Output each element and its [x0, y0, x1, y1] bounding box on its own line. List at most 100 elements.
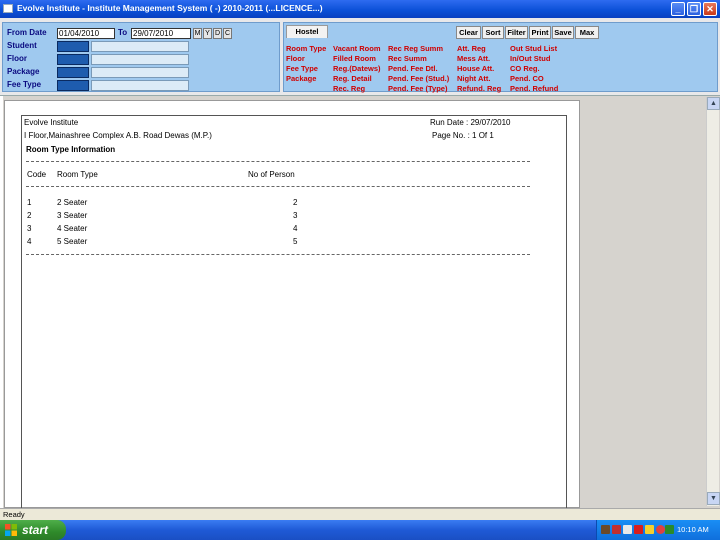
report-divider — [26, 161, 530, 162]
student-label: Student — [7, 41, 37, 50]
report-link-mess-att[interactable]: Mess Att. — [457, 54, 490, 63]
report-link-rec-summ[interactable]: Rec Summ — [388, 54, 427, 63]
hostel-panel: Hostel Clear Sort Filter Print Save Max … — [283, 22, 718, 93]
report-title: Room Type Information — [26, 145, 116, 154]
floor-label: Floor — [7, 54, 27, 63]
report-link-pend-co[interactable]: Pend. CO — [510, 74, 544, 83]
status-text: Ready — [3, 510, 25, 519]
from-date-label: From Date — [7, 28, 47, 37]
to-date-field[interactable]: 29/07/2010 — [131, 28, 191, 39]
fee-type-code-field[interactable] — [57, 80, 89, 91]
scroll-up-icon[interactable]: ▲ — [707, 97, 720, 110]
row-persons: 3 — [293, 211, 298, 220]
report-link-att-reg[interactable]: Att. Reg — [457, 44, 486, 53]
max-button[interactable]: Max — [575, 26, 599, 39]
tray-security-icon[interactable] — [656, 525, 665, 534]
report-link-reg-detail[interactable]: Reg. Detail — [333, 74, 372, 83]
fee-type-label: Fee Type — [7, 80, 42, 89]
report-link-rec-reg-summ[interactable]: Rec Reg Summ — [388, 44, 443, 53]
report-institute-name: Evolve Institute — [24, 118, 79, 127]
close-button[interactable]: ✕ — [703, 2, 717, 16]
tray-update-icon[interactable] — [665, 525, 674, 534]
from-date-field[interactable]: 01/04/2010 — [57, 28, 115, 39]
row-persons: 4 — [293, 224, 298, 233]
windows-logo-icon — [5, 524, 17, 536]
custom-button[interactable]: C — [223, 28, 232, 39]
year-button[interactable]: Y — [203, 28, 212, 39]
taskbar-clock: 10:10 AM — [677, 525, 709, 534]
report-page: Evolve Institute Run Date : 29/07/2010 I… — [4, 100, 580, 509]
tray-antivirus-icon[interactable] — [634, 525, 643, 534]
report-link-house-att[interactable]: House Att. — [457, 64, 494, 73]
report-link-in-out-stud[interactable]: In/Out Stud — [510, 54, 550, 63]
row-code: 4 — [27, 237, 32, 246]
floor-code-field[interactable] — [57, 54, 89, 65]
report-link-filled-room[interactable]: Filled Room — [333, 54, 376, 63]
package-code-field[interactable] — [57, 67, 89, 78]
report-link-co-reg[interactable]: CO Reg. — [510, 64, 540, 73]
row-room-type: 3 Seater — [57, 211, 88, 220]
taskbar: start 10:10 AM — [0, 520, 720, 540]
student-code-field[interactable] — [57, 41, 89, 52]
row-room-type: 5 Seater — [57, 237, 88, 246]
day-button[interactable]: D — [213, 28, 222, 39]
row-code: 2 — [27, 211, 32, 220]
tray-app-icon[interactable] — [601, 525, 610, 534]
row-room-type: 2 Seater — [57, 198, 88, 207]
tray-folder-icon[interactable] — [645, 525, 654, 534]
top-panel: From Date 01/04/2010 To 29/07/2010 M Y D… — [0, 18, 720, 96]
title-bar: Evolve Institute - Institute Management … — [0, 0, 720, 18]
vertical-scrollbar[interactable]: ▲ ▼ — [706, 97, 720, 506]
report-divider — [26, 186, 530, 187]
month-button[interactable]: M — [193, 28, 202, 39]
report-link-vacant-room[interactable]: Vacant Room — [333, 44, 381, 53]
report-link-rec-reg[interactable]: Rec. Reg — [333, 84, 365, 93]
floor-name-field[interactable] — [91, 54, 189, 65]
report-link-reg-datews[interactable]: Reg.(Datews) — [333, 64, 381, 73]
filter-button[interactable]: Filter — [505, 26, 528, 39]
start-label: start — [22, 523, 49, 537]
row-code: 3 — [27, 224, 32, 233]
tray-network-icon[interactable] — [612, 525, 621, 534]
tray-speaker-icon[interactable] — [623, 525, 632, 534]
row-persons: 2 — [293, 198, 298, 207]
student-name-field[interactable] — [91, 41, 189, 52]
report-link-floor[interactable]: Floor — [286, 54, 305, 63]
filter-panel: From Date 01/04/2010 To 29/07/2010 M Y D… — [2, 22, 280, 92]
fee-type-name-field[interactable] — [91, 80, 189, 91]
row-room-type: 4 Seater — [57, 224, 88, 233]
report-address: I Floor,Mainashree Complex A.B. Road Dew… — [24, 131, 212, 140]
minimize-button[interactable]: _ — [671, 2, 685, 16]
report-link-pend-fee-dtl[interactable]: Pend. Fee Dtl. — [388, 64, 438, 73]
start-button[interactable]: start — [0, 520, 66, 540]
row-code: 1 — [27, 198, 32, 207]
window-title: Evolve Institute - Institute Management … — [17, 3, 323, 13]
report-link-room-type[interactable]: Room Type — [286, 44, 326, 53]
report-link-refund-reg[interactable]: Refund. Reg — [457, 84, 501, 93]
to-date-label: To — [118, 28, 128, 37]
report-gutter — [0, 96, 3, 508]
report-divider — [26, 254, 530, 255]
report-run-date: Run Date : 29/07/2010 — [430, 118, 511, 127]
report-link-out-stud-list[interactable]: Out Stud List — [510, 44, 557, 53]
sort-button[interactable]: Sort — [482, 26, 504, 39]
row-persons: 5 — [293, 237, 298, 246]
maximize-button[interactable]: ❐ — [687, 2, 701, 16]
clear-button[interactable]: Clear — [456, 26, 481, 39]
save-button[interactable]: Save — [552, 26, 574, 39]
report-link-night-att[interactable]: Night Att. — [457, 74, 490, 83]
scroll-down-icon[interactable]: ▼ — [707, 492, 720, 505]
report-link-fee-type[interactable]: Fee Type — [286, 64, 318, 73]
report-link-pend-refund[interactable]: Pend. Refund — [510, 84, 558, 93]
tab-hostel[interactable]: Hostel — [286, 25, 328, 38]
report-frame: Evolve Institute Run Date : 29/07/2010 I… — [21, 115, 567, 509]
column-header-room-type: Room Type — [57, 170, 98, 179]
print-button[interactable]: Print — [529, 26, 551, 39]
package-label: Package — [7, 67, 40, 76]
status-bar: Ready — [0, 508, 720, 520]
report-link-pend-fee-stud[interactable]: Pend. Fee (Stud.) — [388, 74, 449, 83]
package-name-field[interactable] — [91, 67, 189, 78]
report-link-package[interactable]: Package — [286, 74, 316, 83]
system-tray: 10:10 AM — [596, 520, 720, 540]
report-link-pend-fee-type[interactable]: Pend. Fee (Type) — [388, 84, 447, 93]
